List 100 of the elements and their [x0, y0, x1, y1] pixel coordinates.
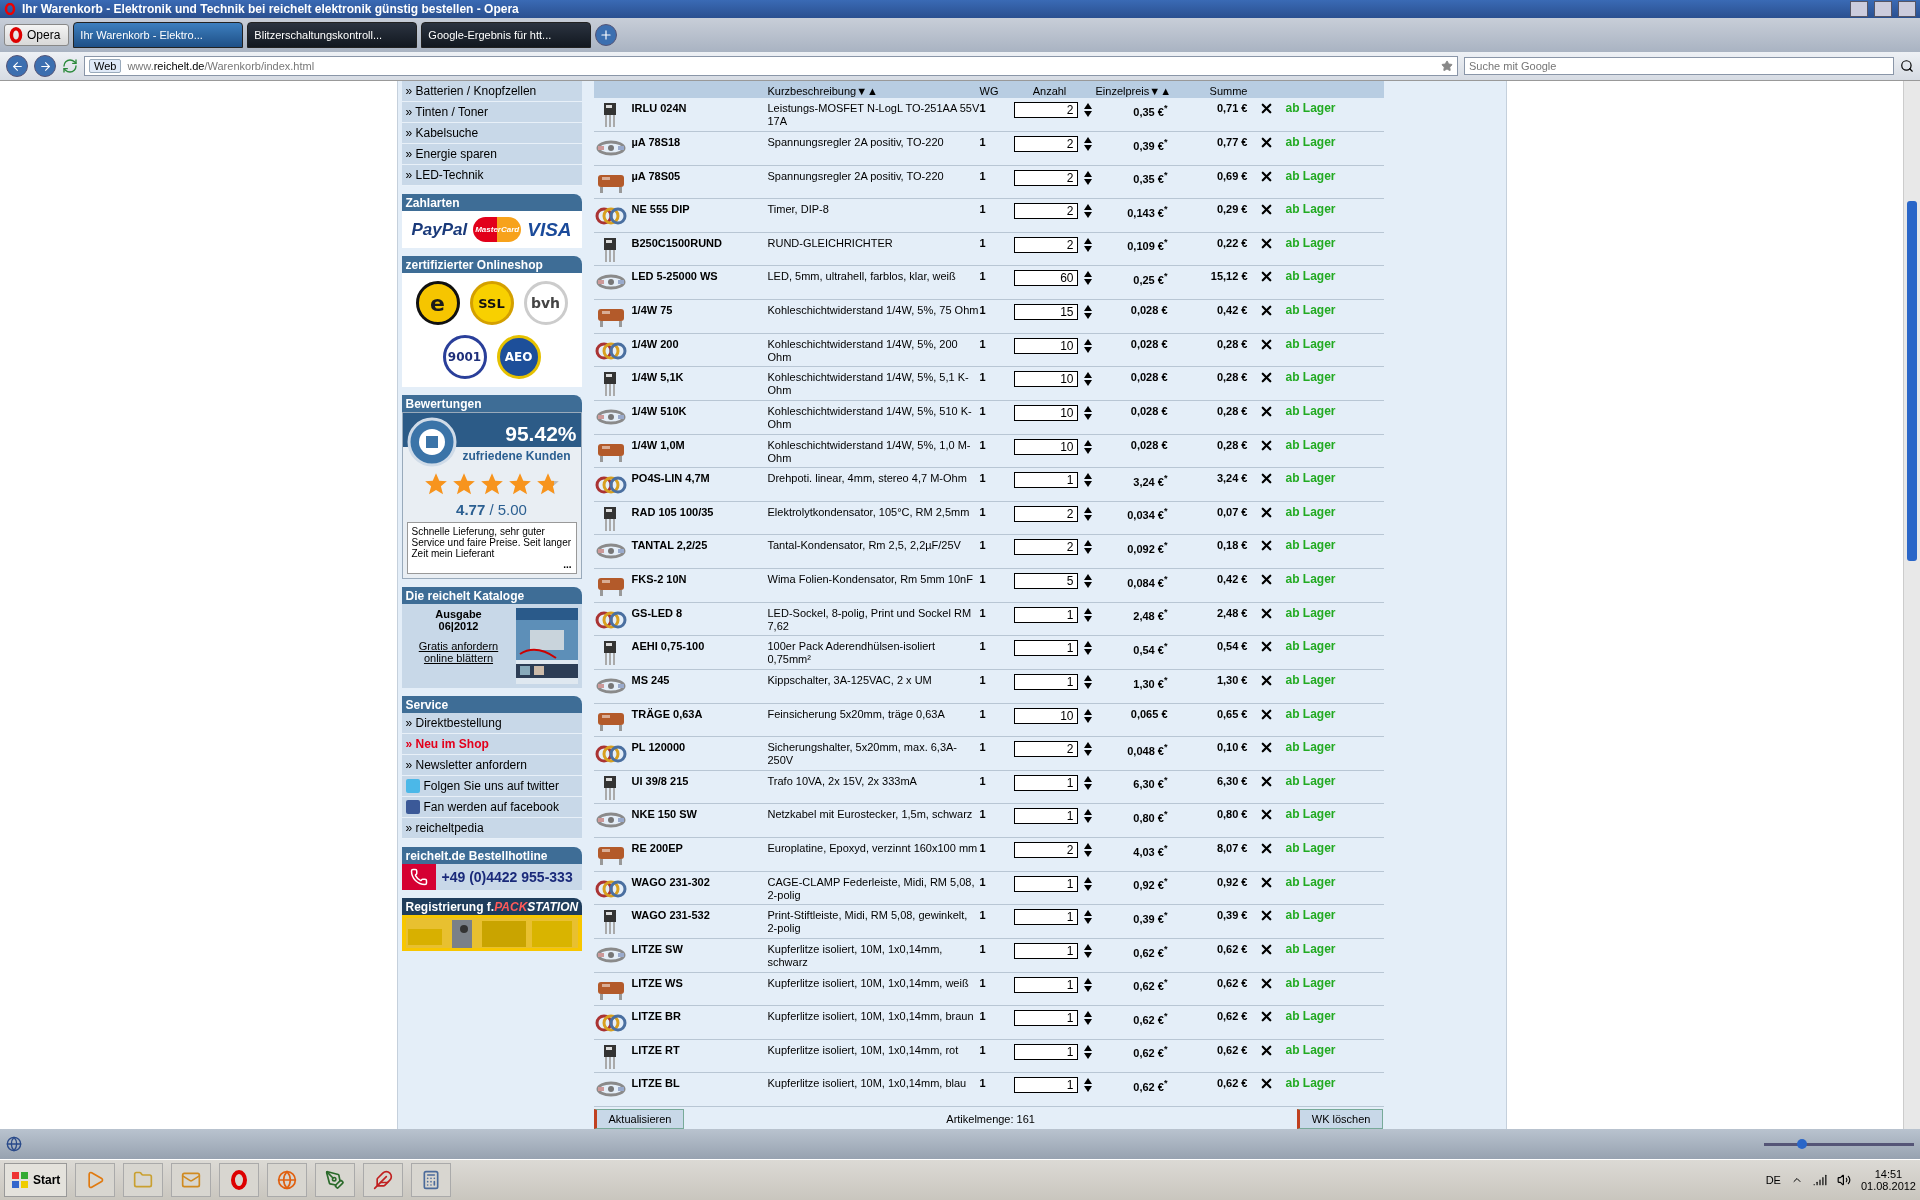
- language-indicator[interactable]: DE: [1765, 1174, 1781, 1186]
- category-link[interactable]: » Energie sparen: [401, 144, 582, 165]
- up-down-arrows-icon[interactable]: [1083, 204, 1092, 219]
- up-down-arrows-icon[interactable]: [1083, 742, 1092, 757]
- quantity-field[interactable]: 1: [1013, 606, 1078, 623]
- remove-icon[interactable]: [1259, 303, 1274, 318]
- quantity-field[interactable]: 15: [1013, 304, 1078, 320]
- quantity-field[interactable]: 1: [1013, 1043, 1078, 1060]
- up-down-arrows-icon[interactable]: [1083, 708, 1092, 723]
- column-header[interactable]: Einzelpreis▼▲: [1095, 81, 1168, 98]
- quantity-field[interactable]: 1: [1013, 673, 1078, 690]
- service-link[interactable]: » reicheltpedia: [401, 818, 582, 839]
- up-down-arrows-icon[interactable]: [1083, 607, 1092, 622]
- calculator-icon[interactable]: [411, 1163, 452, 1197]
- close-button[interactable]: [1898, 1, 1916, 17]
- up-down-arrows-icon[interactable]: [1083, 540, 1092, 555]
- search-field[interactable]: Suche mit Google: [1464, 57, 1894, 75]
- remove-icon[interactable]: [1259, 572, 1274, 587]
- quantity-field[interactable]: 5: [1013, 573, 1078, 589]
- up-down-arrows-icon[interactable]: [1083, 372, 1092, 387]
- browser-tab[interactable]: Google-Ergebnis für htt...: [421, 22, 592, 48]
- category-link[interactable]: » LED-Technik: [401, 165, 582, 186]
- browser-tab[interactable]: Blitzerschaltungskontroll...: [247, 22, 418, 48]
- quantity-field[interactable]: 60: [1013, 270, 1078, 287]
- search-icon[interactable]: [1900, 59, 1914, 73]
- quantity-field[interactable]: 2: [1013, 842, 1078, 858]
- quantity-field[interactable]: 10: [1013, 371, 1078, 388]
- up-down-arrows-icon[interactable]: [1083, 439, 1092, 454]
- up-down-arrows-icon[interactable]: [1083, 674, 1092, 689]
- feather-icon[interactable]: [363, 1163, 404, 1197]
- pen-icon[interactable]: [315, 1163, 356, 1197]
- quantity-field[interactable]: 2: [1013, 102, 1078, 119]
- category-link[interactable]: » Kabelsuche: [401, 123, 582, 144]
- quantity-field[interactable]: 1: [1013, 909, 1078, 926]
- up-down-arrows-icon[interactable]: [1083, 809, 1092, 824]
- scrollbar-thumb[interactable]: [1907, 201, 1917, 561]
- quantity-field[interactable]: 2: [1013, 203, 1078, 220]
- quantity-field[interactable]: 1: [1013, 942, 1078, 959]
- up-down-arrows-icon[interactable]: [1083, 506, 1092, 521]
- quantity-field[interactable]: 1: [1013, 875, 1078, 892]
- quantity-field[interactable]: 2: [1013, 236, 1078, 253]
- up-down-arrows-icon[interactable]: [1083, 574, 1092, 588]
- up-down-arrows-icon[interactable]: [1083, 136, 1092, 151]
- quantity-field[interactable]: 10: [1013, 404, 1078, 421]
- up-down-arrows-icon[interactable]: [1083, 843, 1092, 857]
- up-down-arrows-icon[interactable]: [1083, 943, 1092, 958]
- catalog-link[interactable]: Gratis anfordern: [418, 640, 499, 652]
- minimize-button[interactable]: [1850, 1, 1868, 17]
- up-down-arrows-icon[interactable]: [1083, 405, 1092, 420]
- category-link[interactable]: » Batterien / Knopfzellen: [401, 81, 582, 102]
- social-link[interactable]: Fan werden auf facebook: [401, 797, 582, 818]
- start-button[interactable]: Start: [4, 1163, 68, 1197]
- up-down-arrows-icon[interactable]: [1083, 910, 1092, 925]
- quantity-field[interactable]: 2: [1013, 169, 1078, 186]
- update-button[interactable]: Aktualisieren: [593, 1109, 685, 1129]
- address-field[interactable]: Web www.reichelt.de/Warenkorb/index.html: [84, 56, 1458, 76]
- browser-tab[interactable]: Ihr Warenkorb - Elektro...: [73, 22, 244, 48]
- quantity-field[interactable]: 2: [1013, 135, 1078, 152]
- volume-icon[interactable]: [1836, 1173, 1851, 1187]
- maximize-button[interactable]: [1874, 1, 1892, 17]
- up-down-arrows-icon[interactable]: [1083, 641, 1092, 656]
- forward-button[interactable]: [34, 55, 56, 77]
- quantity-field[interactable]: 1: [1013, 1077, 1078, 1094]
- catalog-link[interactable]: online blättern: [423, 652, 494, 664]
- quantity-field[interactable]: 10: [1013, 337, 1078, 354]
- category-link[interactable]: » Tinten / Toner: [401, 102, 582, 123]
- up-down-arrows-icon[interactable]: [1083, 103, 1092, 118]
- network-icon[interactable]: [1812, 1173, 1827, 1187]
- back-button[interactable]: [6, 55, 28, 77]
- social-link[interactable]: Folgen Sie uns auf twitter: [401, 776, 582, 797]
- quantity-field[interactable]: 1: [1013, 976, 1078, 993]
- up-down-arrows-icon[interactable]: [1083, 305, 1092, 319]
- more-link[interactable]: ...: [563, 559, 572, 570]
- reload-icon[interactable]: [62, 58, 78, 74]
- up-down-arrows-icon[interactable]: [1083, 271, 1092, 286]
- quantity-field[interactable]: 1: [1013, 472, 1078, 489]
- up-down-arrows-icon[interactable]: [1083, 473, 1092, 488]
- up-down-arrows-icon[interactable]: [1083, 237, 1092, 252]
- quantity-field[interactable]: 1: [1013, 1010, 1078, 1027]
- service-link[interactable]: » Newsletter anfordern: [401, 755, 582, 776]
- up-down-arrows-icon[interactable]: [1083, 1011, 1092, 1026]
- new-tab-button[interactable]: [595, 24, 618, 46]
- quantity-field[interactable]: 1: [1013, 808, 1078, 825]
- quantity-field[interactable]: 2: [1013, 741, 1078, 758]
- globe-icon[interactable]: [6, 1136, 22, 1152]
- up-down-arrows-icon[interactable]: [1083, 775, 1092, 790]
- quantity-field[interactable]: 1: [1013, 774, 1078, 791]
- up-down-arrows-icon[interactable]: [1083, 170, 1092, 185]
- clear-cart-button[interactable]: WK löschen: [1296, 1109, 1384, 1129]
- opera-menu-button[interactable]: Opera: [4, 24, 70, 46]
- quantity-field[interactable]: 10: [1013, 707, 1078, 724]
- bookmark-star-icon[interactable]: [1441, 60, 1453, 72]
- up-down-arrows-icon[interactable]: [1083, 338, 1092, 353]
- quantity-field[interactable]: 2: [1013, 505, 1078, 522]
- remove-icon[interactable]: [1259, 841, 1274, 856]
- up-down-arrows-icon[interactable]: [1083, 876, 1092, 891]
- up-down-arrows-icon[interactable]: [1083, 977, 1092, 992]
- column-header[interactable]: Kurzbeschreibung▼▲: [767, 81, 980, 98]
- quantity-field[interactable]: 10: [1013, 438, 1078, 455]
- service-link[interactable]: » Direktbestellung: [401, 713, 582, 734]
